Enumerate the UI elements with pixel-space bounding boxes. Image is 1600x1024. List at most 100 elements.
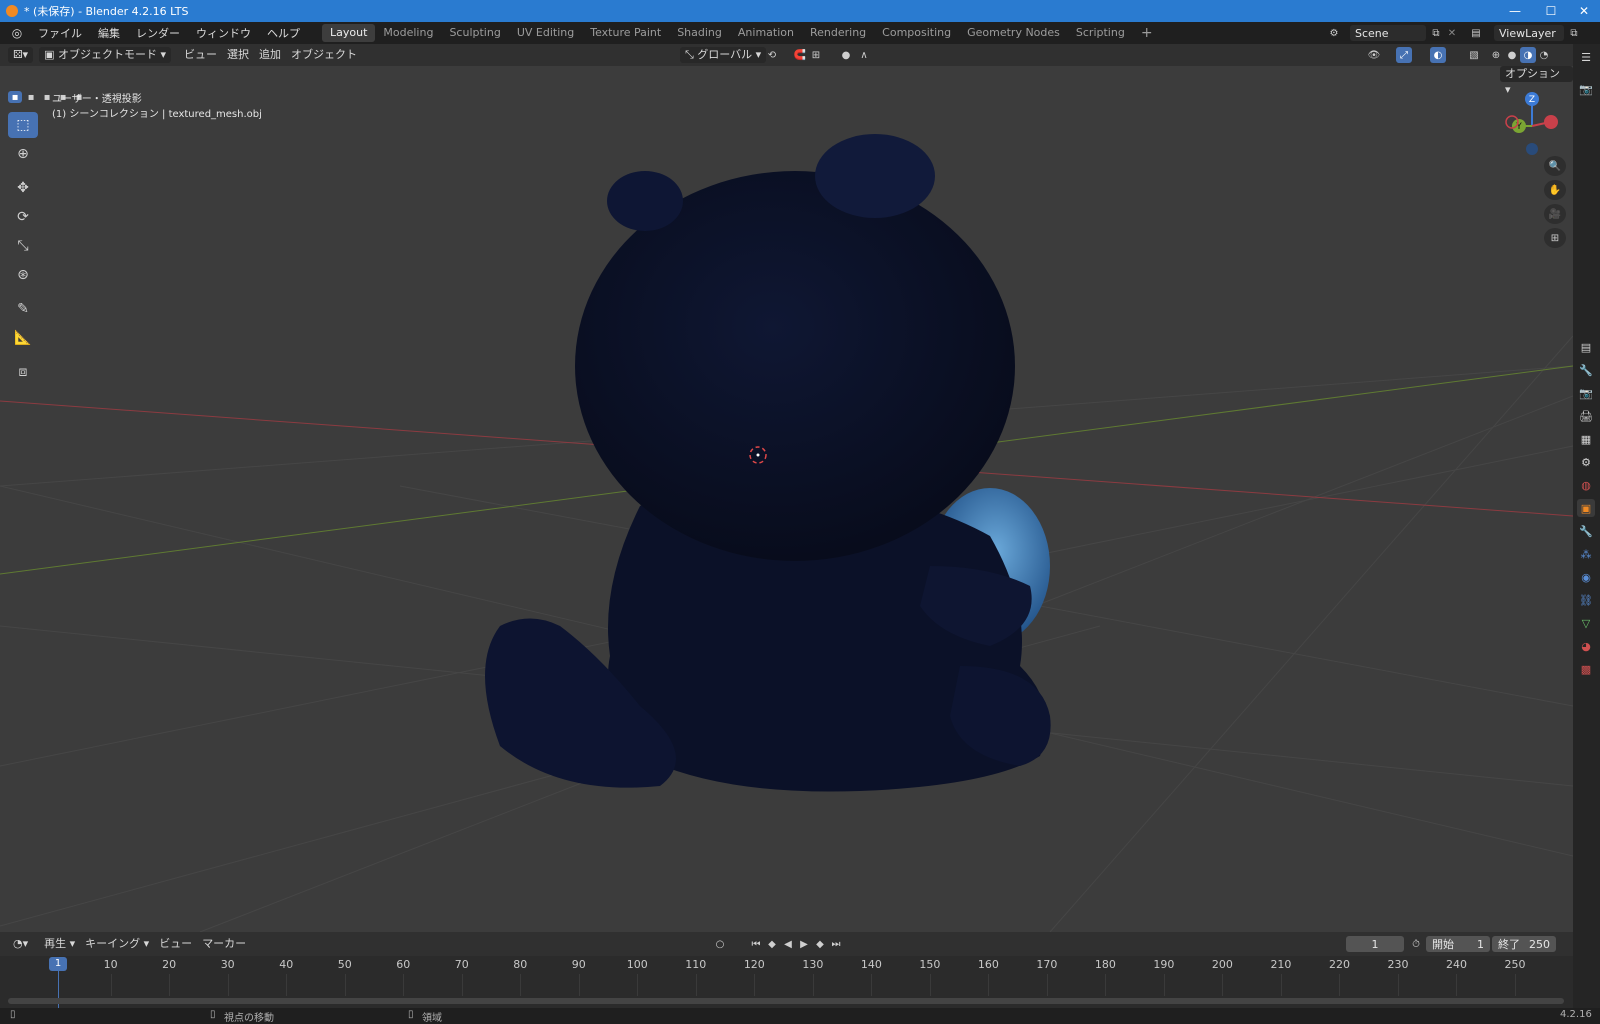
close-button[interactable]: ✕ — [1566, 0, 1600, 22]
gizmo-neg-z-axis[interactable] — [1526, 143, 1538, 155]
gizmo-x-axis[interactable] — [1544, 115, 1558, 129]
camera-icon[interactable]: 📷 — [1577, 80, 1595, 98]
select-extend-icon[interactable]: ▪ — [24, 91, 38, 103]
transform-orientation-dropdown[interactable]: ⤡ グローバル ▾ — [680, 47, 767, 63]
view-layer-properties-icon[interactable]: ▦ — [1577, 430, 1595, 448]
delete-scene-icon[interactable]: ✕ — [1444, 25, 1460, 41]
xray-toggle-icon[interactable]: ▧ — [1466, 47, 1482, 63]
scale-tool-icon[interactable]: ⤡ — [8, 233, 38, 259]
scene-name-field[interactable]: Scene — [1350, 25, 1426, 41]
data-properties-icon[interactable]: ▽ — [1577, 614, 1595, 632]
solid-shading-icon[interactable]: ● — [1504, 47, 1520, 63]
particles-properties-icon[interactable]: ⁂ — [1577, 545, 1595, 563]
outliner-toggle-icon[interactable]: ☰ — [1577, 48, 1595, 66]
wireframe-shading-icon[interactable]: ⊕ — [1488, 47, 1504, 63]
keying-menu[interactable]: キーイング ▾ — [80, 936, 154, 952]
jump-end-icon[interactable]: ⏭ — [828, 936, 844, 952]
menu-window[interactable]: ウィンドウ — [188, 25, 259, 41]
new-scene-icon[interactable]: ⧉ — [1428, 25, 1444, 41]
tab-animation[interactable]: Animation — [730, 24, 802, 42]
minimize-button[interactable]: — — [1497, 0, 1533, 22]
maximize-button[interactable]: ☐ — [1533, 0, 1569, 22]
tab-scripting[interactable]: Scripting — [1068, 24, 1133, 42]
snap-toggle-icon[interactable]: 🧲 — [792, 47, 808, 63]
tab-rendering[interactable]: Rendering — [802, 24, 874, 42]
object-properties-icon[interactable]: ▣ — [1577, 499, 1595, 517]
rotate-tool-icon[interactable]: ⟳ — [8, 204, 38, 230]
end-frame-field[interactable]: 終了 250 — [1492, 936, 1556, 952]
tab-layout[interactable]: Layout — [322, 24, 376, 42]
add-cube-tool-icon[interactable]: ⧈ — [8, 359, 38, 385]
3d-viewport[interactable]: ▪ ▪ ▪ ▪ ▪ ⬚ ⊕ ✥ ⟳ ⤡ ⊛ ✎ 📐 ⧈ ユーザー・透視投影 (1… — [0, 66, 1573, 932]
tab-modeling[interactable]: Modeling — [375, 24, 441, 42]
play-icon[interactable]: ▶ — [796, 936, 812, 952]
render-properties-icon[interactable]: 📷 — [1577, 384, 1595, 402]
jump-start-icon[interactable]: ⏮ — [748, 936, 764, 952]
preview-range-icon[interactable]: ⏱ — [1408, 936, 1424, 952]
tab-uv-editing[interactable]: UV Editing — [509, 24, 582, 42]
playback-menu[interactable]: 再生 ▾ — [39, 936, 80, 952]
menu-select[interactable]: 選択 — [222, 47, 254, 63]
tab-shading[interactable]: Shading — [669, 24, 730, 42]
cursor-tool-icon[interactable]: ⊕ — [8, 141, 38, 167]
annotate-tool-icon[interactable]: ✎ — [8, 296, 38, 322]
current-frame-field[interactable]: 1 — [1346, 936, 1404, 952]
view-layer-icon[interactable]: ▤ — [1468, 25, 1484, 41]
move-tool-icon[interactable]: ✥ — [8, 175, 38, 201]
tab-compositing[interactable]: Compositing — [874, 24, 959, 42]
scene-properties-icon[interactable]: ⚙ — [1577, 453, 1595, 471]
menu-file[interactable]: ファイル — [30, 25, 90, 41]
menu-render[interactable]: レンダー — [128, 25, 188, 41]
marker-menu[interactable]: マーカー — [197, 936, 251, 952]
overlays-toggle-icon[interactable]: ◐ — [1430, 47, 1446, 63]
options-dropdown[interactable]: オプション ▾ — [1500, 66, 1573, 96]
tab-sculpting[interactable]: Sculpting — [441, 24, 508, 42]
zoom-icon[interactable]: 🔍 — [1544, 156, 1566, 176]
timeline-view-menu[interactable]: ビュー — [154, 936, 197, 952]
prev-keyframe-icon[interactable]: ◆ — [764, 936, 780, 952]
tool-properties-icon[interactable]: 🔧 — [1577, 361, 1595, 379]
pan-hand-icon[interactable]: ✋ — [1544, 180, 1566, 200]
select-box-tool-icon[interactable]: ⬚ — [8, 112, 38, 138]
timeline-editor-type-icon[interactable]: ◔▾ — [8, 936, 33, 952]
bear-mesh[interactable] — [485, 134, 1051, 792]
camera-view-icon[interactable]: 🎥 — [1544, 204, 1566, 224]
tab-geometry-nodes[interactable]: Geometry Nodes — [959, 24, 1068, 42]
physics-properties-icon[interactable]: ◉ — [1577, 568, 1595, 586]
select-new-icon[interactable]: ▪ — [8, 91, 22, 103]
material-preview-icon[interactable]: ◑ — [1520, 47, 1536, 63]
auto-keying-icon[interactable]: ○ — [712, 936, 728, 952]
editor-type-icon[interactable]: ⚄▾ — [8, 47, 34, 63]
menu-view[interactable]: ビュー — [179, 47, 222, 63]
play-reverse-icon[interactable]: ◀ — [780, 936, 796, 952]
properties-editor-icon[interactable]: ▤ — [1577, 338, 1595, 356]
menu-add[interactable]: 追加 — [254, 47, 286, 63]
output-properties-icon[interactable]: 🖨 — [1577, 407, 1595, 425]
blender-menu-icon[interactable]: ◎ — [10, 26, 24, 40]
gizmo-toggle-icon[interactable]: ⤢ — [1396, 47, 1412, 63]
visibility-icon[interactable]: 👁 — [1366, 47, 1382, 63]
texture-properties-icon[interactable]: ▩ — [1577, 660, 1595, 678]
menu-edit[interactable]: 編集 — [90, 25, 128, 41]
snap-target-icon[interactable]: ⊞ — [808, 47, 824, 63]
menu-help[interactable]: ヘルプ — [259, 25, 308, 41]
add-workspace-button[interactable]: + — [1133, 24, 1161, 42]
falloff-icon[interactable]: ∧ — [856, 47, 872, 63]
proportional-edit-icon[interactable]: ● — [838, 47, 854, 63]
tab-texture-paint[interactable]: Texture Paint — [582, 24, 669, 42]
mode-selector[interactable]: ▣ オブジェクトモード ▾ — [39, 47, 172, 63]
new-view-layer-icon[interactable]: ⧉ — [1566, 25, 1582, 41]
measure-tool-icon[interactable]: 📐 — [8, 325, 38, 351]
transform-tool-icon[interactable]: ⊛ — [8, 262, 38, 288]
modifier-properties-icon[interactable]: 🔧 — [1577, 522, 1595, 540]
scene-selector-icon[interactable]: ⚙ — [1326, 25, 1342, 41]
current-frame-marker[interactable]: 1 — [49, 957, 67, 971]
timeline-scrollbar[interactable] — [8, 998, 1564, 1004]
world-properties-icon[interactable]: ◍ — [1577, 476, 1595, 494]
menu-object[interactable]: オブジェクト — [286, 47, 362, 63]
rendered-shading-icon[interactable]: ◔ — [1536, 47, 1552, 63]
next-keyframe-icon[interactable]: ◆ — [812, 936, 828, 952]
timeline-area[interactable]: 10 20 30 40 50 60 70 80 90 100 110 120 130 140 150 160 1… — [0, 956, 1573, 1008]
perspective-grid-icon[interactable]: ⊞ — [1544, 228, 1566, 248]
start-frame-field[interactable]: 開始 1 — [1426, 936, 1490, 952]
